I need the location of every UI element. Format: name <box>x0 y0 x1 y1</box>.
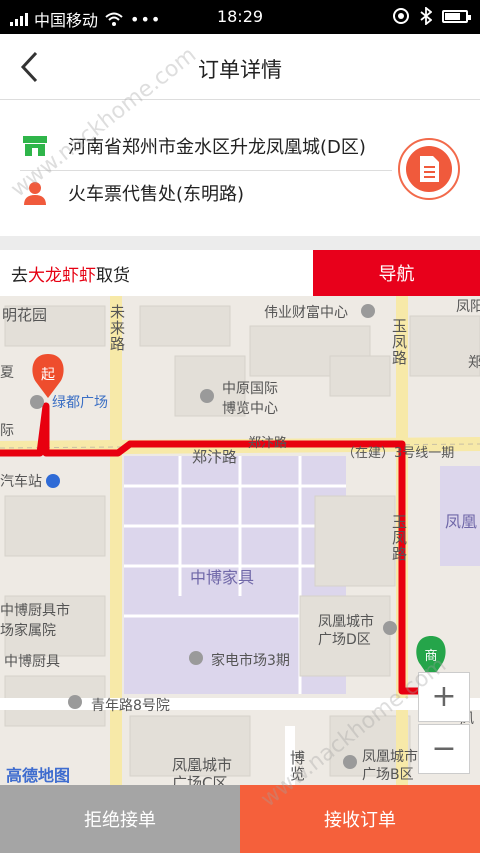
map-label: 凤凰城市 <box>318 614 374 630</box>
map-label: 中博厨具市 <box>0 603 70 619</box>
map-provider-logo: 高德地图 <box>6 766 71 785</box>
accept-order-button[interactable]: 接收订单 <box>240 785 480 853</box>
location-target-icon <box>393 8 409 24</box>
map-label: 伟业财富中心 <box>264 305 348 321</box>
user-icon <box>20 179 50 207</box>
map-label: 夏 <box>0 365 14 381</box>
map-label: 博览中心 <box>222 401 278 417</box>
map-label: 中博家具 <box>190 568 255 587</box>
map-label: （在建）3号线一期 <box>342 446 455 461</box>
map-label: 广场D区 <box>318 632 371 648</box>
map-label: 玉凤路 <box>392 513 408 563</box>
map-label: 广场C区 <box>172 774 228 785</box>
document-icon <box>420 156 439 182</box>
app-header: 订单详情 <box>0 34 480 100</box>
shop-name: 大龙虾虾 <box>28 265 96 286</box>
reject-order-button[interactable]: 拒绝接单 <box>0 785 240 853</box>
pickup-address-row: 河南省郑州市金水区升龙凤凰城(D区) <box>20 121 392 171</box>
map-label: 家电市场3期 <box>211 653 290 669</box>
page-title: 订单详情 <box>198 58 282 82</box>
status-bar: 中国移动 ••• 18:29 <box>0 0 480 34</box>
map-label: 绿都广场 <box>52 395 108 411</box>
shop-icon <box>20 132 50 160</box>
map-label: 博览 <box>290 749 306 783</box>
map-label: 郑汴路 <box>192 448 238 466</box>
pickup-address-text: 河南省郑州市金水区升龙凤凰城(D区) <box>68 136 366 158</box>
customer-location-text: 火车票代售处(东明路) <box>68 184 245 205</box>
map-label: 汽车站 <box>0 474 42 490</box>
map-label: 中博厨具 <box>4 654 60 670</box>
map-label: 广场B区 <box>362 767 414 783</box>
map-label: 凤凰 <box>445 512 478 531</box>
navigate-button[interactable]: 导航 <box>313 250 480 296</box>
plus-icon: + <box>431 679 457 714</box>
section-divider <box>0 236 480 250</box>
map-label: 玉凤路 <box>392 317 408 367</box>
start-marker-label: 起 <box>41 367 55 383</box>
map-label: 未来路 <box>110 303 126 353</box>
map-label: 中原国际 <box>222 381 278 397</box>
map-label: 郑汴路 <box>248 436 288 451</box>
route-map[interactable]: 起 商 明花园 未来路 伟业财富中心 玉凤路 凤阳 郑 夏 绿都广场 中原国际 … <box>0 296 480 785</box>
chevron-left-icon <box>20 51 38 83</box>
battery-icon <box>442 9 471 23</box>
order-detail-button[interactable] <box>398 138 460 200</box>
map-label: 际 <box>0 423 14 439</box>
minus-icon: − <box>431 731 457 766</box>
pickup-prefix: 去 <box>11 265 28 286</box>
pickup-suffix: 取货 <box>96 265 130 286</box>
back-button[interactable] <box>14 48 50 86</box>
map-label: 青年路8号院 <box>91 698 170 714</box>
bluetooth-icon <box>420 7 432 25</box>
zoom-in-button[interactable]: + <box>418 672 470 722</box>
map-label: 明花园 <box>2 306 48 324</box>
map-label: 郑 <box>468 355 480 371</box>
map-label: 凤阳 <box>456 299 480 315</box>
end-marker-label: 商 <box>424 649 437 664</box>
zoom-out-button[interactable]: − <box>418 724 470 774</box>
map-label: 场家属院 <box>0 623 56 639</box>
order-address-card: 河南省郑州市金水区升龙凤凰城(D区) 火车票代售处(东明路) <box>0 101 480 236</box>
customer-location-row: 火车票代售处(东明路) <box>20 168 244 218</box>
map-label: 凤凰城市 <box>362 749 418 765</box>
pickup-instruction: 去大龙虾虾 取货 <box>0 250 313 296</box>
